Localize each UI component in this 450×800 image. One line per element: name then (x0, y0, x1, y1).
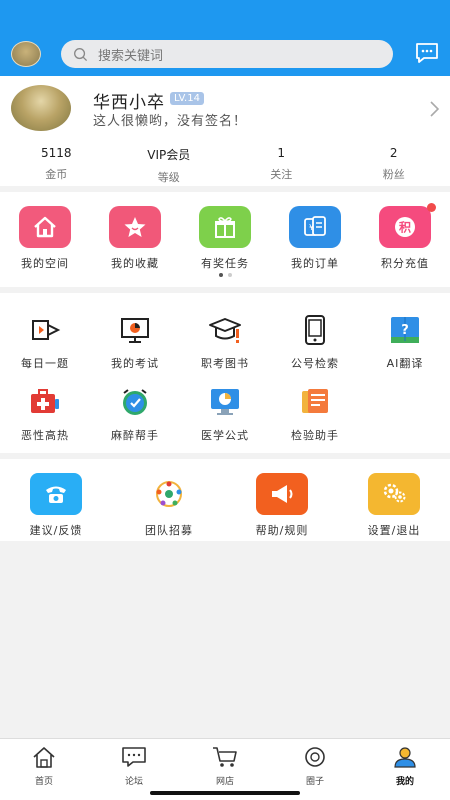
menu-my-orders[interactable]: ¥ 我的订单 (275, 206, 355, 271)
stat-level[interactable]: VIP会员 等级 (113, 146, 226, 184)
svg-text:?: ? (401, 323, 409, 338)
chevron-right-icon[interactable] (428, 100, 440, 118)
graduation-cap-icon (207, 313, 243, 347)
stat-following[interactable]: 1 关注 (225, 146, 338, 182)
home-indicator[interactable] (150, 791, 300, 795)
tool-exam-books[interactable]: 职考图书 (185, 313, 265, 371)
home-icon (19, 206, 71, 248)
tool-daily-question[interactable]: 每日一题 (5, 313, 85, 371)
search-input[interactable]: 搜索关键词 (61, 40, 393, 68)
menu-team-recruit[interactable]: 团队招募 (124, 473, 214, 538)
tab-me[interactable]: 我的 (370, 745, 440, 787)
tool-malignant-hyperthermia[interactable]: 恶性高热 (5, 385, 85, 443)
tool-anesthesia-helper[interactable]: 麻醉帮手 (95, 385, 175, 443)
phone-icon (30, 473, 82, 515)
message-icon[interactable] (415, 42, 439, 64)
gift-icon (199, 206, 251, 248)
medkit-icon (27, 385, 63, 419)
stat-fans[interactable]: 2 粉丝 (338, 146, 450, 182)
tool-ai-translate[interactable]: ? AI翻译 (365, 313, 445, 371)
top-bar: 搜索关键词 (0, 0, 450, 76)
tab-shop[interactable]: 网店 (190, 745, 260, 787)
profile-avatar[interactable] (11, 85, 71, 131)
more-menu: 建议/反馈 团队招募 帮助/规则 设置/退出 (0, 459, 450, 541)
tool-official-search[interactable]: 公号检索 (275, 313, 355, 371)
search-icon (74, 47, 88, 61)
svg-text:积: 积 (399, 220, 411, 235)
team-icon (143, 473, 195, 515)
book-question-icon: ? (387, 313, 423, 347)
star-icon (109, 206, 161, 248)
forum-tab-icon (122, 747, 146, 767)
tool-lab-helper[interactable]: 检验助手 (275, 385, 355, 443)
circle-tab-icon (305, 747, 325, 767)
tab-forum[interactable]: 论坛 (99, 745, 169, 787)
tools-grid: 每日一题 我的考试 职考图书 公号检索 ? AI翻译 恶性高热 麻醉帮手 医学公… (0, 293, 450, 453)
stats-row: 5118 金币 VIP会员 等级 1 关注 2 粉丝 (0, 146, 450, 184)
menu-my-favorites[interactable]: 我的收藏 (95, 206, 175, 271)
page-indicator (0, 273, 450, 277)
menu-reward-tasks[interactable]: 有奖任务 (185, 206, 265, 271)
order-icon: ¥ (289, 206, 341, 248)
exam-icon (117, 313, 153, 347)
alarm-clock-icon (117, 385, 153, 419)
avatar[interactable] (11, 41, 41, 67)
tablet-icon (297, 313, 333, 347)
level-badge: LV.14 (170, 92, 204, 105)
home-tab-icon (33, 747, 55, 768)
menu-feedback[interactable]: 建议/反馈 (11, 473, 101, 538)
settings-user-icon (368, 473, 420, 515)
menu-points-recharge[interactable]: 积 积分充值 (365, 203, 445, 271)
tool-medical-formula[interactable]: 医学公式 (185, 385, 265, 443)
tab-circle[interactable]: 圈子 (280, 745, 350, 787)
me-tab-icon (394, 747, 416, 768)
menu-help-rules[interactable]: 帮助/规则 (237, 473, 327, 538)
svg-text:¥: ¥ (309, 223, 314, 232)
megaphone-icon (256, 473, 308, 515)
cards-icon (297, 385, 333, 419)
page-dot[interactable] (218, 273, 223, 277)
video-icon (27, 313, 63, 347)
page-dot[interactable] (227, 273, 232, 277)
tool-my-exam[interactable]: 我的考试 (95, 313, 175, 371)
monitor-chart-icon (207, 385, 243, 419)
cart-tab-icon (213, 747, 237, 767)
notification-dot (427, 203, 436, 212)
profile-card[interactable]: 华西小卒 LV.14 这人很懒哟，没有签名！ 5118 金币 VIP会员 等级 1关… (0, 76, 450, 186)
tab-home[interactable]: 首页 (9, 745, 79, 787)
search-placeholder: 搜索关键词 (98, 48, 164, 64)
points-icon: 积 (379, 203, 436, 248)
stat-coins[interactable]: 5118 金币 (0, 146, 113, 182)
menu-settings-logout[interactable]: 设置/退出 (349, 473, 439, 538)
quick-menu: 我的空间 我的收藏 有奖任务 ¥ 我的订单 积 积分充值 (0, 192, 450, 287)
menu-my-space[interactable]: 我的空间 (5, 206, 85, 271)
signature: 这人很懒哟，没有签名！ (93, 114, 248, 129)
